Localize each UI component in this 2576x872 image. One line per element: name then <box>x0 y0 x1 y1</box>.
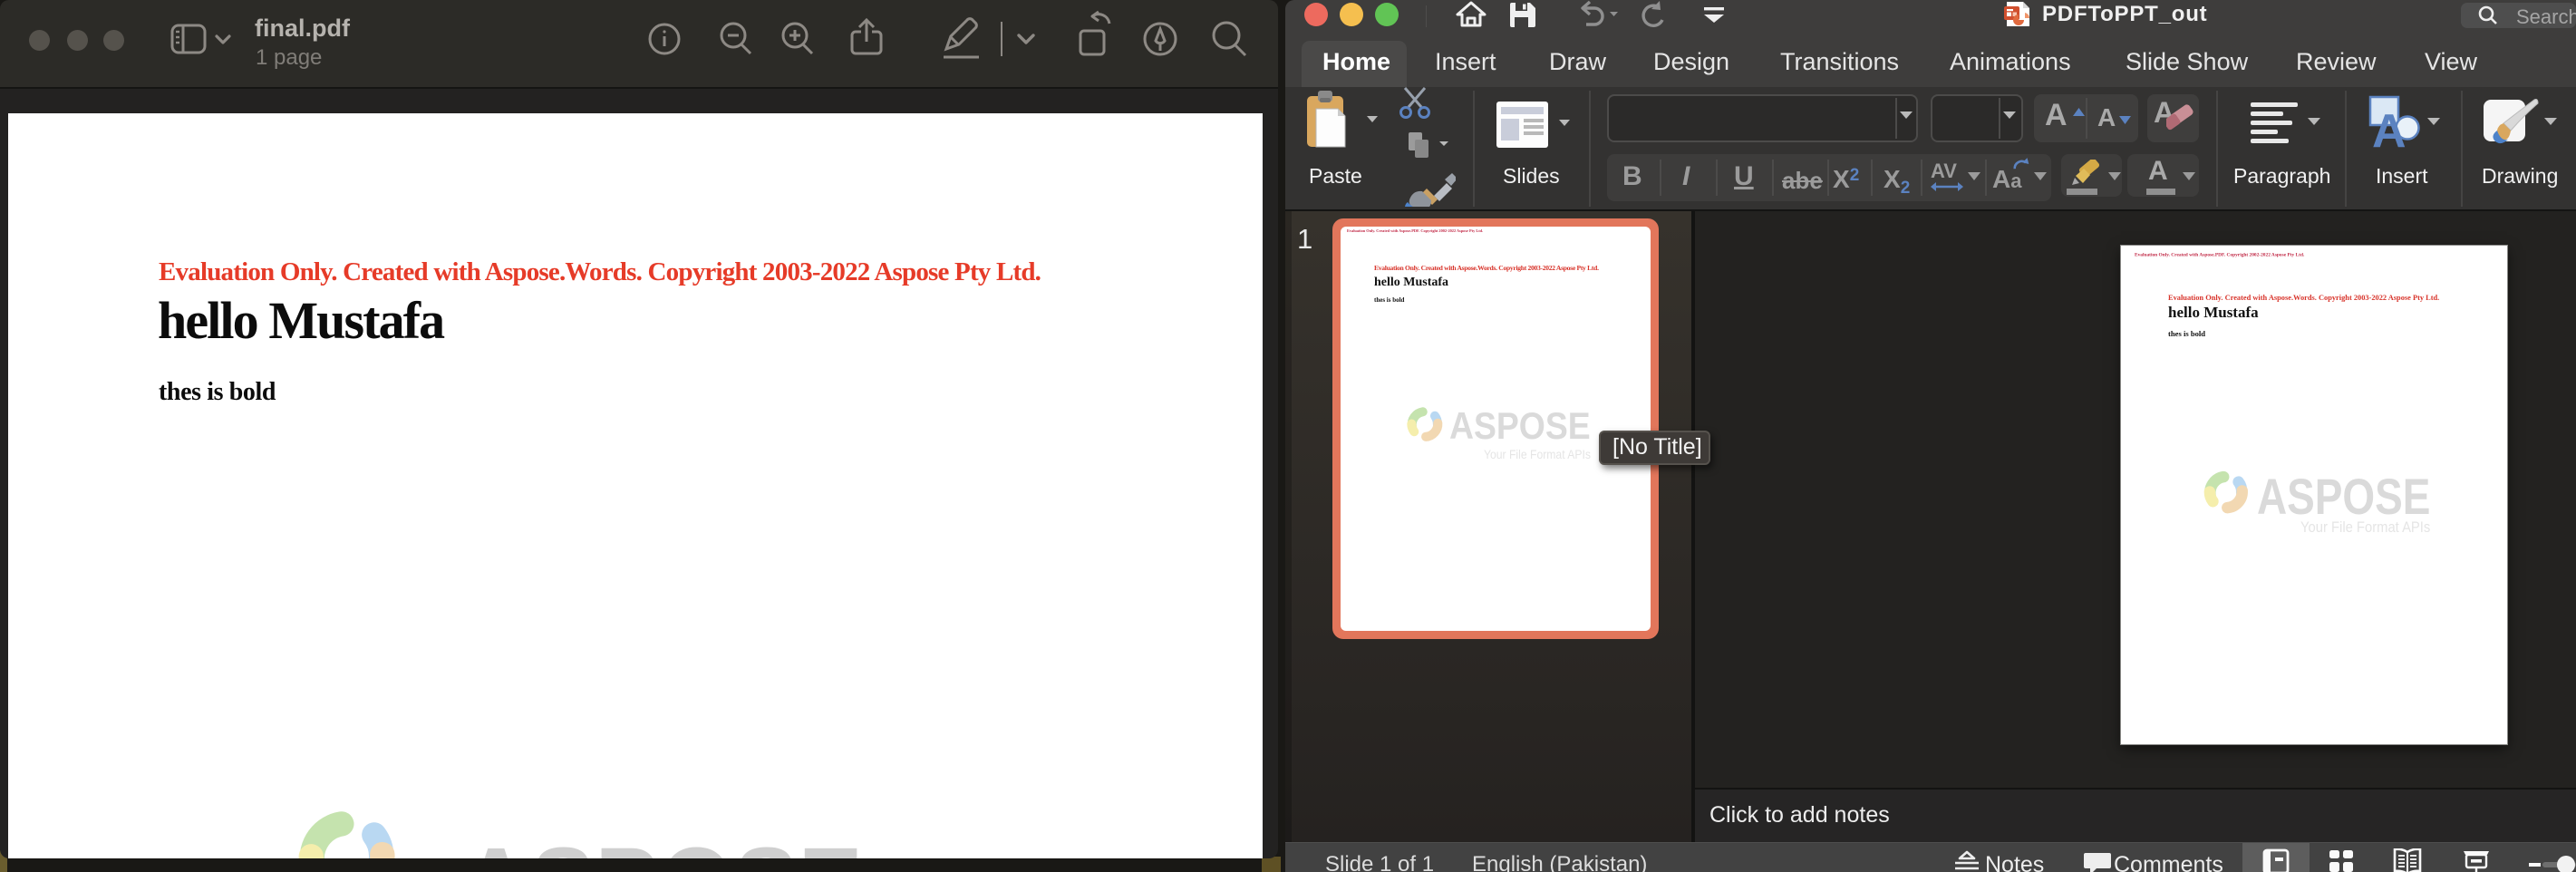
svg-text:A: A <box>2372 105 2407 152</box>
